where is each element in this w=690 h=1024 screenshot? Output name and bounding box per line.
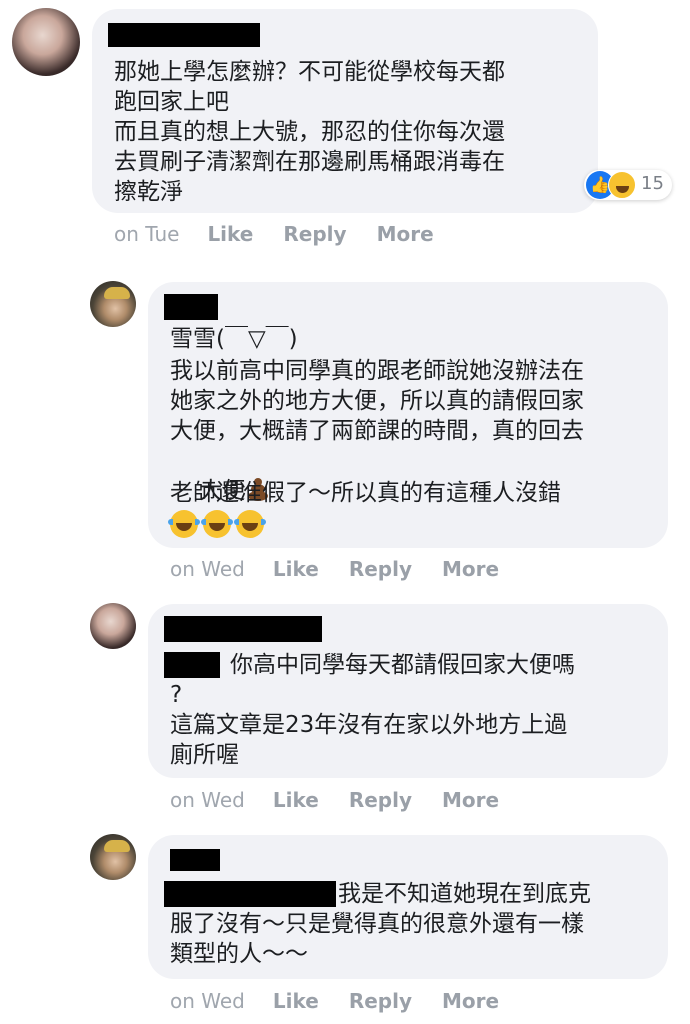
comment-meta: on Wed Like Reply More	[170, 989, 499, 1013]
reply-link[interactable]: Reply	[349, 989, 412, 1013]
avatar[interactable]	[90, 834, 136, 880]
like-link[interactable]: Like	[273, 557, 319, 581]
comment-bubble: 雪雪(￣▽￣) 我以前高中同學真的跟老師說她沒辦法在 她家之外的地方大便，所以真…	[148, 282, 668, 548]
like-link[interactable]: Like	[273, 788, 319, 812]
comment-text-line: 我以前高中同學真的跟老師說她沒辦法在	[170, 358, 584, 384]
comment-text-line: 雪雪(￣▽￣)	[170, 326, 298, 352]
comment-text-line: 廁所喔	[170, 742, 239, 768]
comment-text-line: 跑回家上吧	[114, 89, 229, 115]
redacted-username	[108, 23, 260, 47]
more-link[interactable]: More	[442, 989, 499, 1013]
comment-text-line: 大便，大概請了兩節課的時間，真的回去	[170, 418, 584, 444]
avatar-hat	[104, 840, 130, 852]
reply-link[interactable]: Reply	[349, 557, 412, 581]
reply-link[interactable]: Reply	[283, 222, 346, 246]
more-link[interactable]: More	[442, 788, 499, 812]
tears-of-joy-emoji	[201, 510, 233, 538]
comment-meta: on Wed Like Reply More	[170, 557, 499, 581]
comment-text-line: 她家之外的地方大便，所以真的請假回家	[170, 388, 584, 414]
comment-text-line: 而且真的想上大號，那忍的住你每次還	[114, 119, 505, 145]
timestamp[interactable]: on Wed	[170, 788, 245, 812]
tears-of-joy-emoji	[168, 510, 200, 538]
redacted-mention	[164, 881, 336, 907]
redacted-username	[170, 849, 220, 871]
comment-text-line: 那她上學怎麼辦？不可能從學校每天都	[114, 59, 505, 85]
avatar[interactable]	[12, 8, 80, 76]
redacted-username	[164, 616, 322, 642]
haha-reaction-icon	[608, 171, 636, 199]
more-link[interactable]: More	[377, 222, 434, 246]
comment-text-line: 服了沒有～只是覺得真的很意外還有一樣	[170, 911, 584, 937]
comment-meta: on Wed Like Reply More	[170, 788, 499, 812]
comment-text-line: 你高中同學每天都請假回家大便嗎	[230, 652, 575, 678]
comment-text-line: 類型的人～～	[170, 941, 308, 967]
comment-meta: on Tue Like Reply More	[114, 222, 434, 246]
reply-link[interactable]: Reply	[349, 788, 412, 812]
comment-text-line: 去買刷子清潔劑在那邊刷馬桶跟消毒在	[114, 149, 505, 175]
more-link[interactable]: More	[442, 557, 499, 581]
comment-bubble: 你高中同學每天都請假回家大便嗎 ? 這篇文章是23年沒有在家以外地方上過 廁所喔	[148, 604, 668, 778]
like-link[interactable]: Like	[273, 989, 319, 1013]
comment-text-line: 老師還准假了～所以真的有這種人沒錯	[170, 480, 561, 506]
comment-text-line: 我是不知道她現在到底克	[338, 881, 591, 907]
reaction-summary[interactable]: 👍 15	[584, 170, 672, 200]
comment-text-line: ?	[170, 682, 183, 708]
emoji-row	[168, 510, 269, 538]
timestamp[interactable]: on Wed	[170, 557, 245, 581]
avatar[interactable]	[90, 281, 136, 327]
timestamp[interactable]: on Wed	[170, 989, 245, 1013]
redacted-username	[164, 294, 218, 320]
comment-bubble: 那她上學怎麼辦？不可能從學校每天都 跑回家上吧 而且真的想上大號，那忍的住你每次…	[92, 9, 598, 213]
avatar-hat	[104, 287, 130, 299]
avatar[interactable]	[90, 603, 136, 649]
timestamp[interactable]: on Tue	[114, 222, 179, 246]
reaction-count: 15	[641, 173, 664, 194]
redacted-mention	[164, 652, 220, 678]
comment-text-line: 擦乾淨	[114, 179, 183, 205]
tears-of-joy-emoji	[234, 510, 266, 538]
comment-bubble: 我是不知道她現在到底克 服了沒有～只是覺得真的很意外還有一樣 類型的人～～	[148, 835, 668, 979]
like-link[interactable]: Like	[207, 222, 253, 246]
comment-text-line: 這篇文章是23年沒有在家以外地方上過	[170, 712, 568, 738]
